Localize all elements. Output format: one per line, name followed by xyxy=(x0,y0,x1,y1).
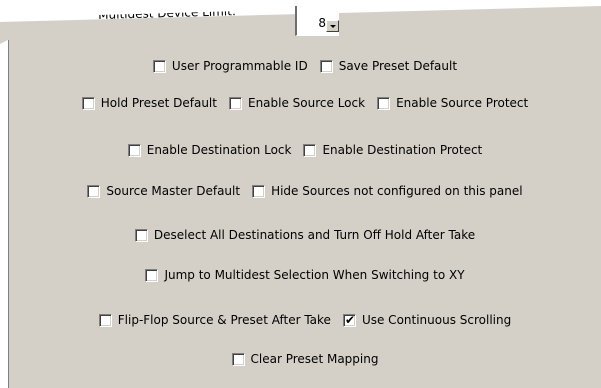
enable-destination-lock-label: Enable Destination Lock xyxy=(146,143,292,157)
user-programmable-id-checkbox[interactable] xyxy=(152,59,166,73)
user-programmable-id-option[interactable]: User Programmable ID xyxy=(152,59,308,73)
clear-preset-mapping-label: Clear Preset Mapping xyxy=(250,352,379,366)
continuous-scrolling-option[interactable]: Use Continuous Scrolling xyxy=(342,312,512,328)
deselect-all-destinations-checkbox[interactable] xyxy=(134,228,148,242)
flip-flop-source-checkbox[interactable] xyxy=(98,313,112,327)
hide-unconfigured-sources-option[interactable]: Hide Sources not configured on this pane… xyxy=(252,184,523,198)
flip-flop-source-label: Flip-Flop Source & Preset After Take xyxy=(117,313,331,327)
enable-destination-lock-option[interactable]: Enable Destination Lock xyxy=(127,143,292,157)
hold-preset-default-option[interactable]: Hold Preset Default xyxy=(81,96,217,110)
save-preset-default-checkbox[interactable] xyxy=(319,59,333,73)
continuous-scrolling-checkbox[interactable] xyxy=(342,312,356,328)
multidest-limit-value: 8 xyxy=(318,16,326,30)
flip-flop-source-option[interactable]: Flip-Flop Source & Preset After Take xyxy=(98,313,331,327)
enable-source-protect-label: Enable Source Protect xyxy=(396,96,529,110)
panel-left-edge xyxy=(8,40,9,388)
source-master-default-checkbox[interactable] xyxy=(87,184,101,198)
hide-unconfigured-sources-label: Hide Sources not configured on this pane… xyxy=(271,184,523,198)
save-preset-default-label: Save Preset Default xyxy=(338,59,458,73)
hide-unconfigured-sources-checkbox[interactable] xyxy=(252,184,266,198)
multidest-limit-field[interactable]: 8 xyxy=(295,6,339,36)
user-programmable-id-label: User Programmable ID xyxy=(171,59,308,73)
source-master-default-option[interactable]: Source Master Default xyxy=(87,184,240,198)
enable-destination-lock-checkbox[interactable] xyxy=(127,143,141,157)
jump-to-multidest-checkbox[interactable] xyxy=(145,268,159,282)
options-row-3: Enable Destination Lock Enable Destinati… xyxy=(9,143,601,157)
enable-source-protect-option[interactable]: Enable Source Protect xyxy=(377,96,528,110)
options-row-1: User Programmable ID Save Preset Default xyxy=(9,59,601,73)
source-master-default-label: Source Master Default xyxy=(106,184,241,198)
enable-source-lock-label: Enable Source Lock xyxy=(247,96,366,110)
enable-destination-protect-label: Enable Destination Protect xyxy=(322,143,483,157)
hold-preset-default-checkbox[interactable] xyxy=(81,96,95,110)
deselect-all-destinations-option[interactable]: Deselect All Destinations and Turn Off H… xyxy=(134,228,476,242)
options-row-5: Deselect All Destinations and Turn Off H… xyxy=(9,228,601,242)
save-preset-default-option[interactable]: Save Preset Default xyxy=(319,59,458,73)
continuous-scrolling-label: Use Continuous Scrolling xyxy=(361,313,512,327)
clear-preset-mapping-option[interactable]: Clear Preset Mapping xyxy=(231,352,379,366)
deselect-all-destinations-label: Deselect All Destinations and Turn Off H… xyxy=(153,228,476,242)
options-row-8: Clear Preset Mapping xyxy=(9,352,601,366)
hold-preset-default-label: Hold Preset Default xyxy=(100,96,217,110)
enable-source-protect-checkbox[interactable] xyxy=(377,96,391,110)
options-row-7: Flip-Flop Source & Preset After Take Use… xyxy=(9,312,601,328)
jump-to-multidest-label: Jump to Multidest Selection When Switchi… xyxy=(164,268,465,282)
enable-destination-protect-option[interactable]: Enable Destination Protect xyxy=(303,143,482,157)
clear-preset-mapping-checkbox[interactable] xyxy=(231,352,245,366)
options-row-6: Jump to Multidest Selection When Switchi… xyxy=(9,268,601,282)
options-row-2: Hold Preset Default Enable Source Lock E… xyxy=(9,96,601,110)
spin-down-icon[interactable] xyxy=(326,20,339,32)
options-row-4: Source Master Default Hide Sources not c… xyxy=(9,184,601,198)
enable-source-lock-option[interactable]: Enable Source Lock xyxy=(228,96,366,110)
enable-destination-protect-checkbox[interactable] xyxy=(303,143,317,157)
enable-source-lock-checkbox[interactable] xyxy=(228,96,242,110)
jump-to-multidest-option[interactable]: Jump to Multidest Selection When Switchi… xyxy=(145,268,465,282)
